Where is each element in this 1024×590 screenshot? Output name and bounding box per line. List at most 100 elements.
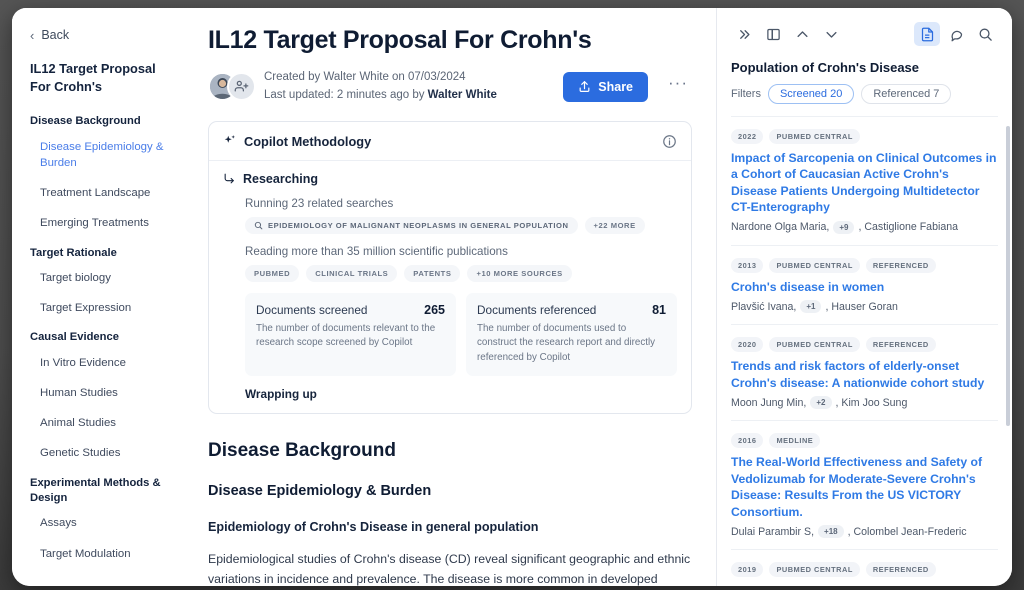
outline-item-11[interactable]: Genetic Studies <box>40 445 170 461</box>
reference-year: 2020 <box>731 337 764 353</box>
body-paragraph: Epidemiological studies of Crohn's disea… <box>208 550 692 586</box>
outline-item-8[interactable]: In Vitro Evidence <box>40 355 170 371</box>
comments-tab-icon[interactable] <box>943 22 969 46</box>
copilot-card-header: Copilot Methodology <box>209 122 691 161</box>
search-query-chip[interactable]: Epidemiology of malignant neoplasms in g… <box>245 216 578 234</box>
stat-description: The number of documents used to construc… <box>477 322 656 363</box>
author-more-count[interactable]: +9 <box>833 220 855 234</box>
add-person-icon[interactable] <box>227 71 256 101</box>
section-heading-disease-background: Disease Background <box>208 439 396 461</box>
reference-source-tag: PubMed Central <box>769 337 860 353</box>
stat-value: 81 <box>652 302 666 317</box>
reference-item[interactable]: 2022 PubMed Central Impact of Sarcopenia o… <box>731 116 998 245</box>
reference-authors: Nardone Olga Maria, +9, Castiglione Fabia… <box>731 220 998 234</box>
reference-title[interactable]: Crohn's disease in women <box>731 279 998 295</box>
reference-tags: 2019 PubMed Central Referenced <box>731 562 998 578</box>
outline-group-7[interactable]: Causal Evidence <box>30 330 170 345</box>
avatar-group[interactable] <box>208 71 256 102</box>
stat-value: 265 <box>424 302 445 317</box>
references-list: 2022 PubMed Central Impact of Sarcopenia o… <box>717 116 1012 586</box>
subsection-heading-epidemiology-general: Epidemiology of Crohn's Disease in gener… <box>208 519 539 534</box>
copilot-stat-cards: Documents screened 265 The number of docum… <box>245 292 677 376</box>
page-title: IL12 Target Proposal For Crohn's <box>208 26 592 54</box>
reference-source-tag: Referenced <box>865 337 936 353</box>
references-scrollbar[interactable] <box>1006 126 1010 426</box>
reference-tags: 2022 PubMed Central <box>731 129 998 144</box>
reference-year: 2019 <box>731 562 764 578</box>
reference-title[interactable]: Impact of Sarcopenia on Clinical Outcome… <box>731 150 998 216</box>
reference-source-tag: PubMed Central <box>769 129 860 144</box>
share-label: Share <box>598 79 634 94</box>
copilot-card-body: Researching Running 23 related searches … <box>209 161 691 413</box>
search-more-chip[interactable]: +22 more <box>584 216 645 234</box>
document-meta-text: Created by Walter White on 07/03/2024 La… <box>264 69 497 105</box>
documents-tab-icon[interactable] <box>914 22 940 46</box>
subsection-heading-epidemiology-burden: Disease Epidemiology & Burden <box>208 482 432 499</box>
source-chip-2[interactable]: Patents <box>404 264 461 282</box>
reference-tags: 2013 PubMed Central Referenced <box>731 257 998 273</box>
outline-item-13[interactable]: Assays <box>40 515 170 531</box>
info-icon[interactable] <box>662 134 677 149</box>
filter-chip-group: Screened 20 Referenced 7 <box>767 84 952 104</box>
author-first: Moon Jung Min, <box>731 396 807 409</box>
previous-item-icon[interactable] <box>789 22 815 46</box>
copilot-step-label: Researching <box>243 171 319 186</box>
author-last: , Kim Joo Sung <box>835 396 908 409</box>
filter-chip-0[interactable]: Screened 20 <box>767 84 855 104</box>
stat-top: Documents screened 265 <box>256 303 445 317</box>
copilot-reading-line: Reading more than 35 million scientific … <box>245 244 508 258</box>
author-more-count[interactable]: +1 <box>800 300 822 314</box>
search-icon[interactable] <box>972 22 998 46</box>
collapse-panel-icon[interactable] <box>731 22 757 46</box>
filter-chip-1[interactable]: Referenced 7 <box>861 84 952 104</box>
author-more-count[interactable]: +2 <box>810 396 832 410</box>
reference-tags: 2016 Medline <box>731 433 998 449</box>
outline-group-12[interactable]: Experimental Methods & Design <box>30 476 170 507</box>
copilot-card-title: Copilot Methodology <box>244 133 372 149</box>
outline-group-0[interactable]: Disease Background <box>30 114 170 129</box>
reference-source-tag: PubMed Central <box>769 562 860 578</box>
stat-label: Documents referenced <box>477 302 597 317</box>
back-label: Back <box>41 28 70 42</box>
stat-description: The number of documents relevant to the … <box>256 322 436 349</box>
source-chip-0[interactable]: PubMed <box>245 264 300 282</box>
outline-item-6[interactable]: Target Expression <box>40 300 170 316</box>
reference-year: 2013 <box>731 257 764 273</box>
reference-item[interactable]: 2020 PubMed Central Referenced Trends and r… <box>731 324 998 420</box>
stat-card-1: Documents referenced 81 The number of docu… <box>466 292 677 376</box>
author-more-count[interactable]: +18 <box>818 525 844 539</box>
search-icon <box>254 221 263 230</box>
stat-card-0: Documents screened 265 The number of docum… <box>245 292 456 376</box>
outline-item-14[interactable]: Target Modulation <box>40 546 170 562</box>
outline-item-5[interactable]: Target biology <box>40 270 170 286</box>
next-item-icon[interactable] <box>818 22 844 46</box>
toggle-layout-icon[interactable] <box>760 22 786 46</box>
copilot-methodology-card: Copilot Methodology Researching Running … <box>208 120 692 414</box>
document-outline-sidebar: ‹ Back IL12 Target Proposal For Crohn's … <box>12 8 184 586</box>
outline-item-2[interactable]: Treatment Landscape <box>40 185 170 201</box>
outline-item-10[interactable]: Animal Studies <box>40 415 170 431</box>
more-options-button[interactable]: ··· <box>658 74 692 96</box>
outline-item-9[interactable]: Human Studies <box>40 385 170 401</box>
updated-author: Walter White <box>427 88 497 101</box>
reference-title[interactable]: The Real-World Effectiveness and Safety … <box>731 454 998 520</box>
back-button[interactable]: ‹ Back <box>30 28 170 42</box>
references-toolbar <box>717 22 1012 46</box>
outline-item-3[interactable]: Emerging Treatments <box>40 215 170 231</box>
reference-item[interactable]: 2013 PubMed Central Referenced Crohn's dise… <box>731 244 998 324</box>
source-chip-3[interactable]: +10 more sources <box>467 264 572 282</box>
share-icon <box>578 80 591 93</box>
reference-title[interactable]: Trends and risk factors of elderly-onset… <box>731 358 998 391</box>
outline-nav: Disease Background Disease Epidemiology &… <box>30 114 170 562</box>
source-chip-1[interactable]: Clinical Trials <box>306 264 398 282</box>
reference-item[interactable]: 2019 PubMed Central Referenced Association … <box>731 549 998 586</box>
reference-title[interactable]: Association of IL23R Variants With Crohn… <box>731 583 998 586</box>
reference-item[interactable]: 2016 Medline The Real-World Effectiveness … <box>731 420 998 549</box>
outline-group-4[interactable]: Target Rationale <box>30 246 170 261</box>
share-button[interactable]: Share <box>563 71 649 102</box>
app-window: ‹ Back IL12 Target Proposal For Crohn's … <box>12 8 1012 586</box>
document-main-content: IL12 Target Proposal For Crohn's Created… <box>184 8 716 586</box>
outline-item-1[interactable]: Disease Epidemiology & Burden <box>40 139 170 171</box>
search-query-label: Epidemiology of malignant neoplasms in g… <box>268 220 569 230</box>
reference-source-tag: Medline <box>769 433 821 449</box>
